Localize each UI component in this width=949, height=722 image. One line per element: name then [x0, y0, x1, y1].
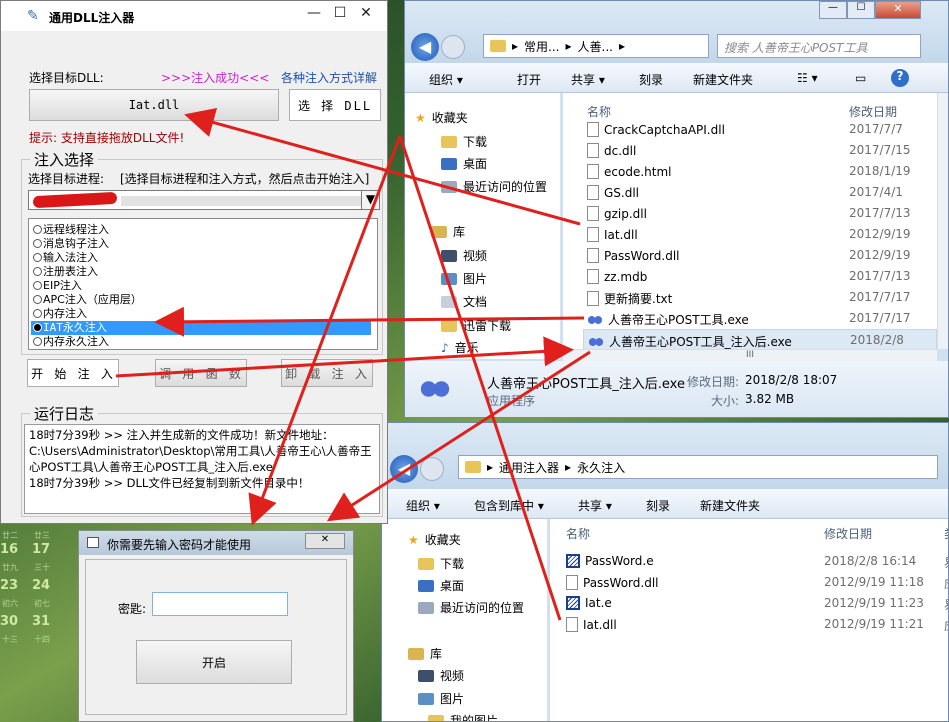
arrow-dll-to-list — [184, 107, 581, 226]
arrow-start-to-output — [115, 336, 574, 378]
arrow-exe-to-method — [154, 306, 585, 337]
arrow-output-to-dialog — [326, 350, 591, 522]
arrow-dll-down-left — [248, 135, 402, 526]
arrow-dll-from-permanent — [398, 135, 562, 621]
annotation-arrows — [115, 107, 591, 621]
